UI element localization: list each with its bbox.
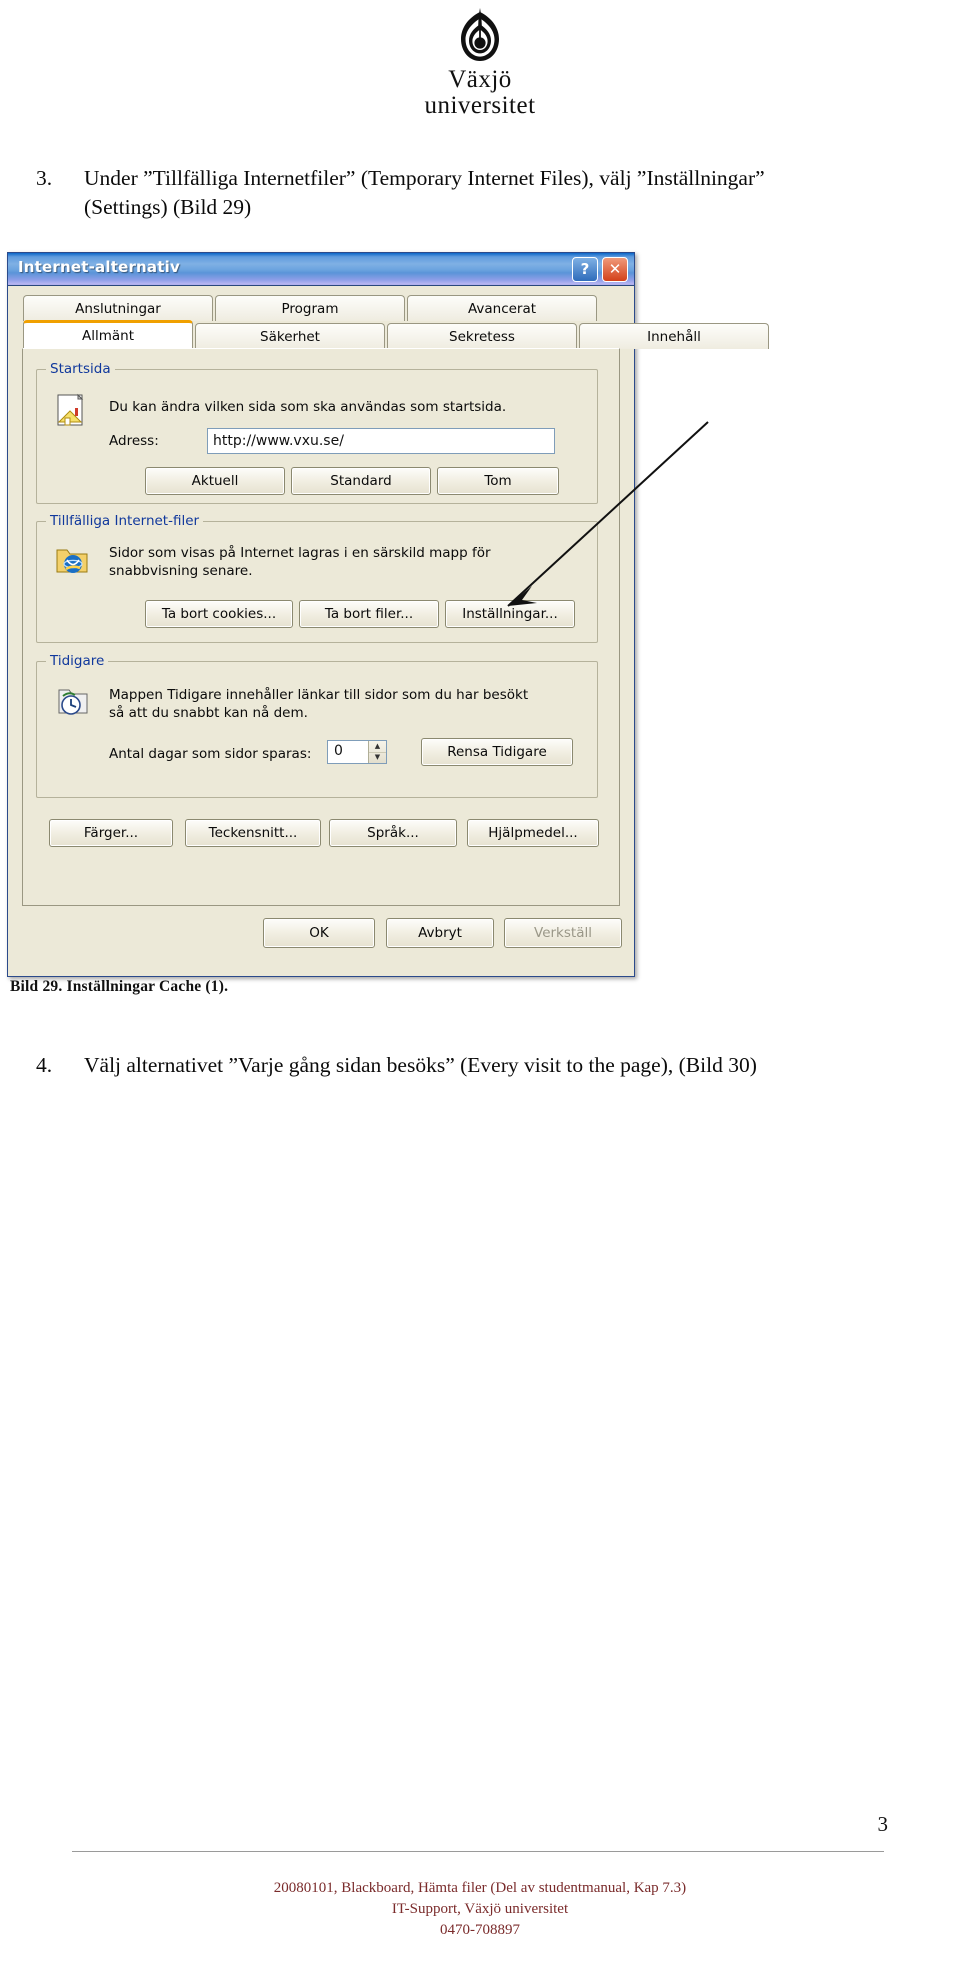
help-button[interactable]: ? [572, 257, 598, 282]
button-aktuell[interactable]: Aktuell [145, 467, 285, 495]
university-logo: Växjö universitet [0, 8, 960, 118]
dialog-body: Anslutningar Program Avancerat Allmänt S… [8, 286, 769, 976]
tab-anslutningar[interactable]: Anslutningar [23, 295, 213, 321]
ok-button[interactable]: OK [263, 918, 375, 948]
footer-divider [72, 1851, 884, 1852]
history-folder-icon [58, 689, 88, 715]
temp-description-line-2: snabbvisning senare. [109, 563, 253, 579]
button-sprak[interactable]: Språk... [329, 819, 457, 847]
home-page-icon [57, 393, 84, 426]
group-startsida-legend: Startsida [46, 361, 115, 377]
tab-sakerhet[interactable]: Säkerhet [195, 323, 385, 349]
footer-line-2: IT-Support, Växjö universitet [391, 1901, 569, 1917]
page-number: 3 [877, 1812, 889, 1836]
button-standard[interactable]: Standard [291, 467, 431, 495]
step-3-number: 3. [36, 166, 53, 190]
step-4-number: 4. [36, 1053, 53, 1077]
stepper-down-icon[interactable]: ▼ [369, 753, 386, 764]
button-installningar[interactable]: Inställningar... [445, 600, 575, 628]
button-ta-bort-filer[interactable]: Ta bort filer... [299, 600, 439, 628]
footer-line-1: 20080101, Blackboard, Hämta filer (Del a… [273, 1880, 687, 1896]
tab-sekretess[interactable]: Sekretess [387, 323, 577, 349]
temp-internet-files-icon [56, 549, 88, 573]
startsida-description: Du kan ändra vilken sida som ska använda… [109, 399, 507, 415]
button-ta-bort-cookies[interactable]: Ta bort cookies... [145, 600, 293, 628]
group-tidigare: Tidigare Mappen Tidigare innehåller länk… [36, 653, 598, 798]
button-teckensnitt[interactable]: Teckensnitt... [185, 819, 321, 847]
tab-avancerat[interactable]: Avancerat [407, 295, 597, 321]
tab-allmant[interactable]: Allmänt [23, 320, 193, 349]
button-rensa-tidigare[interactable]: Rensa Tidigare [421, 738, 573, 766]
logo-line-2: universitet [424, 91, 536, 119]
figure-caption: Bild 29. Inställningar Cache (1). [10, 978, 229, 995]
close-button[interactable]: ✕ [602, 257, 628, 282]
address-label: Adress: [109, 433, 159, 449]
stepper-up-icon[interactable]: ▲ [369, 741, 386, 753]
dialog-action-bar: OK Avbryt Verkställ [8, 914, 634, 962]
titlebar-buttons: ? ✕ [572, 257, 628, 282]
history-description-line-1: Mappen Tidigare innehåller länkar till s… [109, 687, 529, 703]
button-farger[interactable]: Färger... [49, 819, 173, 847]
group-startsida: Startsida Du kan ändra vilken sida som s… [36, 361, 598, 504]
group-tillfalliga-internetfiler: Tillfälliga Internet-filer Sidor som vis… [36, 513, 598, 643]
history-days-stepper[interactable]: 0 ▲ ▼ [327, 740, 387, 764]
temp-description-line-1: Sidor som visas på Internet lagras i en … [109, 545, 491, 561]
history-description-line-2: så att du snabbt kan nå dem. [109, 705, 308, 721]
group-tidigare-legend: Tidigare [46, 653, 109, 669]
vaxjo-university-crest-icon [461, 8, 499, 61]
history-days-value: 0 [334, 743, 343, 759]
button-hjalpmedel[interactable]: Hjälpmedel... [467, 819, 599, 847]
cancel-button[interactable]: Avbryt [386, 918, 494, 948]
dialog-title: Internet-alternativ [18, 258, 180, 276]
tab-row-top: Anslutningar Program Avancerat [23, 295, 597, 321]
apply-button: Verkställ [504, 918, 622, 948]
instruction-step-3: 3. Under ”Tillfälliga Internetfiler” (Te… [36, 164, 766, 222]
dialog-titlebar[interactable]: Internet-alternativ ? ✕ [8, 253, 634, 286]
history-days-label: Antal dagar som sidor sparas: [109, 746, 312, 762]
tab-program[interactable]: Program [215, 295, 405, 321]
tab-innehall[interactable]: Innehåll [579, 323, 769, 349]
footer-line-3: 0470-708897 [440, 1922, 520, 1938]
tab-row-bottom: Allmänt Säkerhet Sekretess Innehåll [23, 320, 769, 349]
instruction-step-4: 4. Välj alternativet ”Varje gång sidan b… [36, 1051, 796, 1080]
step-3-text: Under ”Tillfälliga Internetfiler” (Tempo… [84, 166, 765, 219]
address-input[interactable] [207, 428, 555, 454]
page-footer: 20080101, Blackboard, Hämta filer (Del a… [0, 1878, 960, 1941]
internet-options-dialog[interactable]: Internet-alternativ ? ✕ Anslutningar Pro… [7, 252, 769, 977]
button-tom[interactable]: Tom [437, 467, 559, 495]
logo-line-1: Växjö [448, 66, 512, 93]
group-temp-legend: Tillfälliga Internet-filer [46, 513, 204, 529]
tab-panel-allmant: Startsida Du kan ändra vilken sida som s… [22, 348, 620, 906]
stepper-arrows[interactable]: ▲ ▼ [368, 741, 386, 763]
step-4-text: Välj alternativet ”Varje gång sidan besö… [84, 1053, 757, 1077]
